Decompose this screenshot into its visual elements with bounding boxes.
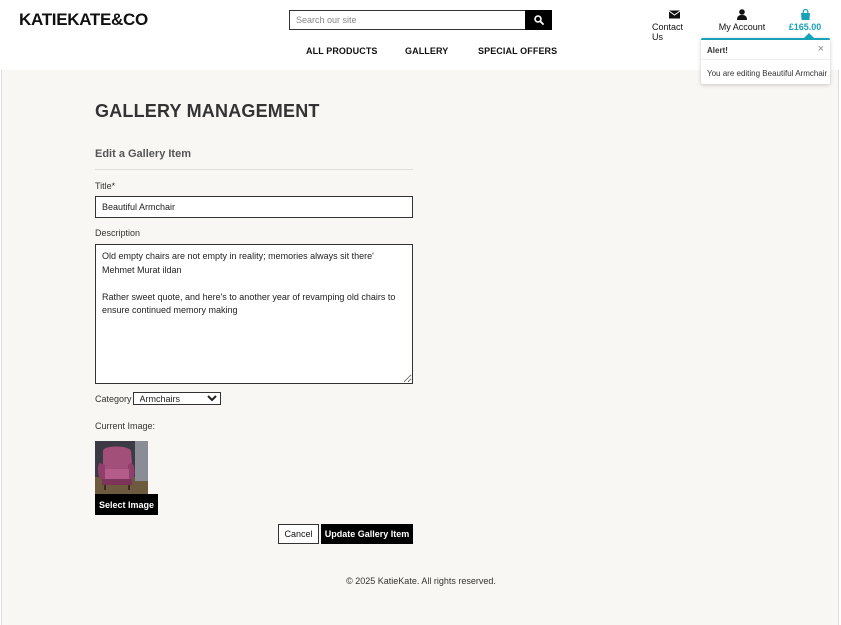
search-form xyxy=(289,10,552,30)
select-image-button[interactable]: Select Image xyxy=(95,494,158,515)
title-field[interactable] xyxy=(95,196,413,218)
category-label: Category xyxy=(95,393,132,404)
category-row: Category Armchairs xyxy=(95,392,221,405)
alert-message: You are editing Beautiful Armchair xyxy=(707,69,828,78)
main-content: GALLERY MANAGEMENT Edit a Gallery Item T… xyxy=(1,70,839,625)
bag-link[interactable]: £165.00 xyxy=(786,8,824,32)
current-image-label: Current Image: xyxy=(95,421,156,431)
account-link[interactable]: My Account xyxy=(717,8,767,32)
alert-divider xyxy=(701,59,830,60)
description-field[interactable]: Old empty chairs are not empty in realit… xyxy=(95,244,413,384)
close-icon[interactable]: × xyxy=(818,43,824,55)
alert-arrow xyxy=(804,33,814,38)
divider xyxy=(95,169,413,170)
nav-special-offers[interactable]: SPECIAL OFFERS xyxy=(478,46,557,56)
search-icon xyxy=(533,15,544,25)
contact-label: Contact Us xyxy=(652,22,684,42)
envelope-icon xyxy=(668,8,680,20)
title-label: Title* xyxy=(95,181,116,191)
alert-heading: Alert! xyxy=(707,46,728,55)
form-subtitle: Edit a Gallery Item xyxy=(95,148,191,160)
description-label: Description xyxy=(95,228,141,238)
current-image-thumbnail xyxy=(95,441,148,494)
nav-gallery[interactable]: GALLERY xyxy=(405,46,448,56)
shopping-bag-icon xyxy=(800,8,811,20)
footer-copyright: © 2025 KatieKate. All rights reserved. xyxy=(346,576,496,586)
account-label: My Account xyxy=(718,22,766,32)
category-select[interactable]: Armchairs xyxy=(132,392,221,405)
nav-all-products[interactable]: ALL PRODUCTS xyxy=(306,46,378,56)
page-title: GALLERY MANAGEMENT xyxy=(95,101,320,121)
bag-total: £165.00 xyxy=(788,22,822,32)
user-icon xyxy=(737,8,747,20)
search-button[interactable] xyxy=(525,10,552,30)
alert-toast: Alert! × You are editing Beautiful Armch… xyxy=(701,33,830,84)
update-gallery-item-button[interactable]: Update Gallery Item xyxy=(321,524,413,544)
brand-logo[interactable]: KATIEKATE&CO xyxy=(19,10,148,30)
contact-link[interactable]: Contact Us xyxy=(652,8,696,42)
search-input[interactable] xyxy=(289,10,525,30)
cancel-button[interactable]: Cancel xyxy=(278,524,319,544)
